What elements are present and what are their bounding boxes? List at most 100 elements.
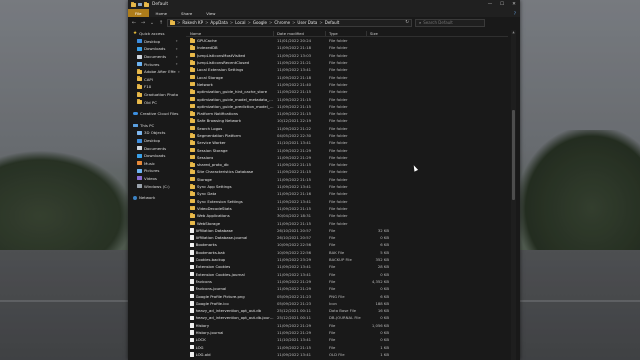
sidebar-item-windows-c[interactable]: Windows (C:) bbox=[128, 182, 180, 190]
file-row[interactable]: Local Storage 11/09/2022 21:18 File folder bbox=[186, 73, 508, 80]
refresh-button[interactable]: ↻ bbox=[405, 20, 409, 25]
scroll-up-icon[interactable]: ▲ bbox=[511, 30, 516, 34]
sidebar-item-documents[interactable]: Documents ✦ bbox=[128, 53, 180, 61]
breadcrumb-separator[interactable]: > bbox=[292, 20, 295, 25]
sidebar-item-documents[interactable]: Documents bbox=[128, 144, 180, 152]
file-row[interactable]: VideoDecodeStats 11/09/2022 21:15 File fol… bbox=[186, 205, 508, 212]
file-row[interactable]: WebStorage 11/09/2022 21:15 File folder bbox=[186, 219, 508, 226]
file-row[interactable]: Cookies.backup 11/09/2022 23:29 BACKUP Fil… bbox=[186, 256, 508, 263]
sidebar-item-adobe-after-effe[interactable]: Adobe After Effe ✦ bbox=[128, 68, 180, 76]
sidebar-item-desktop[interactable]: Desktop ✦ bbox=[128, 38, 180, 46]
breadcrumb-separator[interactable]: > bbox=[205, 20, 208, 25]
close-button[interactable]: ✕ bbox=[508, 0, 520, 9]
file-row[interactable]: Affiliation Database 26/10/2021 20:57 File… bbox=[186, 227, 508, 234]
breadcrumb-item[interactable]: AppData bbox=[210, 20, 227, 25]
breadcrumb-item[interactable]: Default bbox=[325, 20, 340, 25]
sidebar-item-this-pc[interactable]: This PC bbox=[128, 122, 180, 130]
file-row[interactable]: Bookmarks.bak 10/09/2022 22:56 BAK File 5 K… bbox=[186, 249, 508, 256]
file-row[interactable]: Local Extension Settings 11/09/2022 13:41… bbox=[186, 66, 508, 73]
title-bar[interactable]: Default — ☐ ✕ bbox=[128, 0, 520, 9]
breadcrumb-item[interactable]: Chrome bbox=[274, 20, 290, 25]
sidebar-item-capi[interactable]: CAPI bbox=[128, 76, 180, 84]
file-row[interactable]: Google Profile.ico 05/09/2022 21:23 Icon 18… bbox=[186, 300, 508, 307]
sidebar-item-music[interactable]: Music bbox=[128, 160, 180, 168]
recent-locations-button[interactable]: ⌄ bbox=[149, 20, 155, 26]
sidebar-item-videos[interactable]: Videos bbox=[128, 175, 180, 183]
search-box[interactable]: ⌕ bbox=[415, 18, 485, 27]
breadcrumb-item[interactable]: User Data bbox=[297, 20, 317, 25]
tab-share[interactable]: Share bbox=[174, 9, 199, 17]
breadcrumb-separator[interactable]: > bbox=[269, 20, 272, 25]
file-row[interactable]: LOG.old 11/09/2022 13:41 OLD File 1 KB bbox=[186, 351, 508, 358]
sidebar-item-creative-cloud-files[interactable]: Creative Cloud Files bbox=[128, 110, 180, 118]
file-row[interactable]: Sync Data 11/09/2022 21:16 File folder bbox=[186, 190, 508, 197]
file-row[interactable]: JumpListIconsRecentClosed 11/09/2022 21:2… bbox=[186, 59, 508, 66]
breadcrumb-item[interactable]: Rakesh KP bbox=[182, 20, 203, 25]
sidebar-item-downloads[interactable]: Downloads bbox=[128, 152, 180, 160]
file-row[interactable]: Extension Cookies-journal 11/09/2022 13:4… bbox=[186, 271, 508, 278]
file-row[interactable]: heavy_ad_intervention_opt_out.db 25/12/20… bbox=[186, 307, 508, 314]
minimize-button[interactable]: — bbox=[484, 0, 496, 9]
sidebar-item-pictures[interactable]: Pictures bbox=[128, 167, 180, 175]
file-row[interactable]: Sync App Settings 11/09/2022 13:41 File fo… bbox=[186, 183, 508, 190]
sidebar-item-downloads[interactable]: Downloads ✦ bbox=[128, 45, 180, 53]
column-header-name[interactable]: Name bbox=[186, 30, 274, 36]
file-row[interactable]: GPUCache 11/01/2022 20:24 File folder bbox=[186, 37, 508, 44]
file-row[interactable]: heavy_ad_intervention_opt_out.db-journal… bbox=[186, 314, 508, 321]
file-row[interactable]: Favicons 11/09/2022 21:29 File 4,352 KB bbox=[186, 278, 508, 285]
properties-icon[interactable] bbox=[138, 3, 142, 6]
breadcrumb-separator[interactable]: > bbox=[177, 20, 180, 25]
file-row[interactable]: shared_proto_db 11/09/2022 21:15 File fold… bbox=[186, 161, 508, 168]
breadcrumb-item[interactable]: Local bbox=[235, 20, 245, 25]
file-row[interactable]: Affiliation Database-journal 26/10/2021 2… bbox=[186, 234, 508, 241]
sidebar-item-network[interactable]: Network bbox=[128, 194, 180, 202]
back-button[interactable]: ← bbox=[131, 20, 137, 26]
file-row[interactable]: optimization_guide_prediction_model_d...… bbox=[186, 103, 508, 110]
file-row[interactable]: Platform Notifications 11/09/2022 21:15 Fi… bbox=[186, 110, 508, 117]
file-row[interactable]: Service Worker 11/10/2021 13:41 File folde… bbox=[186, 139, 508, 146]
file-row[interactable]: Site Characteristics Database 11/09/2022 … bbox=[186, 168, 508, 175]
sidebar-item-desktop[interactable]: Desktop bbox=[128, 137, 180, 145]
sidebar-item-old-pc[interactable]: Old PC bbox=[128, 98, 180, 106]
breadcrumb-separator[interactable]: > bbox=[248, 20, 251, 25]
file-row[interactable]: Google Profile Picture.png 05/09/2022 21:… bbox=[186, 292, 508, 299]
breadcrumb-separator[interactable]: > bbox=[230, 20, 233, 25]
file-row[interactable]: LOG 11/09/2022 21:15 File 1 KB bbox=[186, 343, 508, 350]
file-row[interactable]: Extension Cookies 11/09/2022 13:41 File 28 … bbox=[186, 263, 508, 270]
file-row[interactable]: Sessions 11/09/2022 21:29 File folder bbox=[186, 154, 508, 161]
new-folder-icon[interactable] bbox=[144, 1, 149, 7]
file-row[interactable]: Sync Extension Settings 11/09/2022 13:41 F… bbox=[186, 198, 508, 205]
file-row[interactable]: Session Storage 11/09/2022 21:29 File fold… bbox=[186, 146, 508, 153]
help-icon[interactable]: ? bbox=[514, 11, 516, 16]
address-bar[interactable]: > Rakesh KP > AppData > Local > Google > Chrome > U… bbox=[167, 18, 412, 27]
file-row[interactable]: Web Applications 30/04/2022 18:31 File fol… bbox=[186, 212, 508, 219]
tab-home[interactable]: Home bbox=[149, 9, 175, 17]
file-row[interactable]: Search Logos 11/09/2022 21:22 File folder bbox=[186, 125, 508, 132]
file-row[interactable]: IndexedDB 11/09/2022 21:18 File folder bbox=[186, 44, 508, 51]
column-header-type[interactable]: Type bbox=[326, 30, 367, 36]
up-button[interactable]: ↑ bbox=[158, 20, 164, 26]
file-row[interactable]: optimization_guide_hint_cache_store 11/09… bbox=[186, 88, 508, 95]
scrollbar-thumb[interactable] bbox=[512, 110, 515, 200]
breadcrumb-separator[interactable]: > bbox=[319, 20, 322, 25]
file-row[interactable]: Segmentation Platform 04/05/2022 22:30 Fil… bbox=[186, 132, 508, 139]
tab-file[interactable]: File bbox=[128, 9, 149, 17]
sidebar-item-f10[interactable]: F10 bbox=[128, 83, 180, 91]
sidebar-item-3d-objects[interactable]: 3D Objects bbox=[128, 129, 180, 137]
file-row[interactable]: History-journal 11/09/2022 21:29 File 0 KB bbox=[186, 329, 508, 336]
file-row[interactable]: Bookmarks 10/09/2022 22:56 File 6 KB bbox=[186, 241, 508, 248]
vertical-scrollbar[interactable]: ▲ bbox=[511, 30, 516, 360]
column-header-date[interactable]: Date modified bbox=[274, 30, 326, 36]
file-row[interactable]: optimization_guide_model_metadata_sto...… bbox=[186, 95, 508, 102]
maximize-button[interactable]: ☐ bbox=[496, 0, 508, 9]
forward-button[interactable]: → bbox=[140, 20, 146, 26]
breadcrumb-item[interactable]: Google bbox=[253, 20, 267, 25]
sidebar-item-quick-access[interactable]: ★ Quick access bbox=[128, 30, 180, 38]
file-row[interactable]: History 11/09/2022 21:29 File 1,056 KB bbox=[186, 322, 508, 329]
file-row[interactable]: Favicons-journal 11/09/2022 21:29 File 0 KB bbox=[186, 285, 508, 292]
file-row[interactable]: LOCK 11/10/2021 13:41 File 0 KB bbox=[186, 336, 508, 343]
file-row[interactable]: Network 11/09/2022 21:40 File folder bbox=[186, 81, 508, 88]
file-row[interactable]: Safe Browsing Network 10/12/2021 22:19 Fil… bbox=[186, 117, 508, 124]
sidebar-item-pictures[interactable]: Pictures ✦ bbox=[128, 60, 180, 68]
search-input[interactable] bbox=[423, 20, 479, 25]
